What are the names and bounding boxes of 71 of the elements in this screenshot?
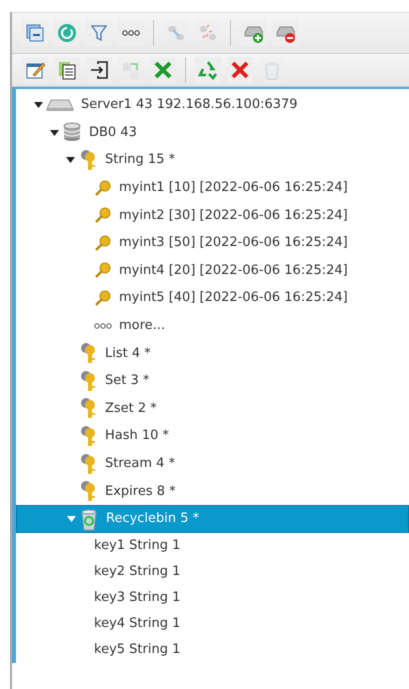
filter-icon (89, 23, 109, 43)
keys-icon (78, 148, 98, 171)
tree-label: myint3 [50] [2022-06-06 16:25:24] (119, 235, 348, 250)
tree-row[interactable]: more... (16, 312, 409, 340)
tree-row[interactable]: myint1 [10] [2022-06-06 16:25:24] (16, 174, 409, 202)
tree-label: Stream 4 * (105, 456, 176, 472)
tree-label: key5 String 1 (94, 642, 180, 657)
tree-row[interactable]: String 15 * (16, 146, 409, 174)
key-icon (94, 288, 112, 307)
broken-link-icon (198, 23, 218, 43)
tree-label: Hash 10 * (105, 428, 170, 444)
edit-icon (25, 60, 45, 80)
tree-label: Recyclebin 5 * (106, 511, 200, 526)
tree-label: key4 String 1 (94, 616, 180, 631)
tree-label: myint2 [30] [2022-06-06 16:25:24] (119, 208, 348, 223)
refresh-icon (57, 23, 77, 43)
copy-icon (57, 60, 77, 80)
expanded-arrow-icon[interactable] (66, 155, 74, 164)
tree-row[interactable]: myint2 [30] [2022-06-06 16:25:24] (16, 201, 409, 229)
tree-row[interactable]: Expires 8 * (16, 477, 409, 505)
tree-row[interactable]: Stream 4 * (16, 450, 409, 478)
tree-label: myint5 [40] [2022-06-06 16:25:24] (119, 290, 348, 306)
tree-row[interactable]: key1 String 1 (16, 532, 409, 558)
database-icon (62, 122, 82, 142)
key-icon (94, 234, 112, 252)
tree-row[interactable]: key2 String 1 (16, 558, 409, 584)
tree-label: key2 String 1 (94, 564, 180, 579)
key-icon (94, 206, 112, 224)
recycle-icon (198, 60, 218, 80)
keys-icon (78, 424, 98, 447)
tree-row[interactable]: myint5 [40] [2022-06-06 16:25:24] (16, 284, 409, 312)
expanded-arrow-icon[interactable] (50, 128, 58, 137)
more-icon (94, 320, 112, 331)
tree-row[interactable]: DB0 43 (16, 118, 409, 146)
tree-row[interactable]: myint4 [20] [2022-06-06 16:25:24] (16, 256, 409, 284)
tree-row[interactable]: key4 String 1 (16, 610, 409, 636)
tree-row[interactable]: Zset 2 * (16, 394, 409, 422)
server-icon (46, 98, 74, 111)
tree-row[interactable]: Hash 10 * (16, 422, 409, 450)
tree-label: Set 3 * (105, 373, 150, 388)
tree-row[interactable]: myint3 [50] [2022-06-06 16:25:24] (16, 228, 409, 257)
tree-label: DB0 43 (89, 124, 137, 140)
link-icon (166, 23, 186, 43)
tree-label: Expires 8 * (105, 484, 176, 499)
keys-icon (78, 397, 98, 420)
expanded-arrow-icon[interactable] (34, 100, 42, 110)
tree-row[interactable]: key5 String 1 (16, 636, 409, 662)
tree-label: more... (119, 318, 166, 334)
tree-label: myint4 [20] [2022-06-06 16:25:24] (119, 262, 348, 278)
import-icon (89, 60, 109, 80)
keys-icon (78, 342, 98, 364)
trash-icon (79, 506, 99, 531)
tree-row[interactable]: Set 3 * (16, 366, 409, 395)
key-icon (94, 261, 112, 280)
delete-icon (230, 60, 250, 80)
key-icon (94, 178, 112, 197)
collapse-icon (25, 23, 45, 43)
delete-icon (153, 60, 173, 80)
keys-icon (78, 370, 98, 392)
tree-label: List 4 * (105, 346, 151, 361)
tree-label: Zset 2 * (105, 400, 157, 416)
tree-label: Server1 43 192.168.56.100:6379 (81, 97, 298, 112)
tree-row[interactable]: Server1 43 192.168.56.100:6379 (16, 91, 409, 119)
keys-icon (78, 480, 98, 502)
tree-label: key3 String 1 (94, 590, 180, 605)
tree-label: key1 String 1 (94, 538, 180, 553)
tree-row[interactable]: List 4 * (16, 339, 409, 367)
keys-icon (78, 452, 98, 475)
tree-label: String 15 * (105, 152, 176, 168)
tree-row[interactable]: key3 String 1 (16, 584, 409, 610)
tree-label: myint1 [10] [2022-06-06 16:25:24] (119, 180, 348, 196)
